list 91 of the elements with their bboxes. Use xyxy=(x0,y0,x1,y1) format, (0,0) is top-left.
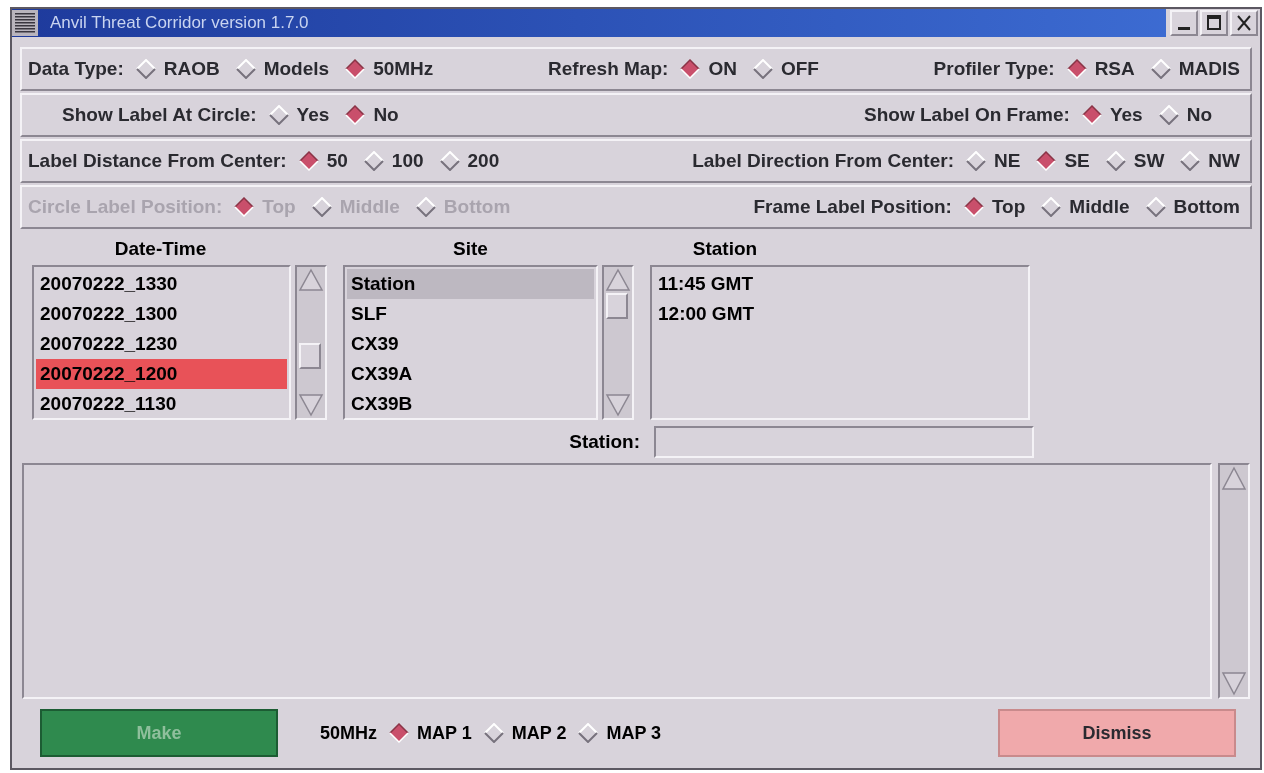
radio-label[interactable]: 50 xyxy=(326,146,348,176)
scroll-thumb[interactable] xyxy=(606,293,628,319)
scroll-up-icon[interactable] xyxy=(1220,465,1248,493)
radio-label[interactable]: No xyxy=(1186,100,1212,130)
list-item[interactable]: 20070222_1230 xyxy=(36,329,287,359)
group-label: 50MHz xyxy=(320,721,377,745)
list-item[interactable]: SLF xyxy=(347,299,594,329)
radio-label[interactable]: MADIS xyxy=(1178,54,1240,84)
list-item[interactable]: 20070222_1300 xyxy=(36,299,287,329)
scroll-down-icon[interactable] xyxy=(297,392,325,418)
scroll-down-icon[interactable] xyxy=(604,392,632,418)
group-label: Frame Label Position: xyxy=(753,194,952,219)
column-heading: Date-Time xyxy=(113,237,208,261)
window-title: Anvil Threat Corridor version 1.7.0 xyxy=(50,12,309,35)
radio-label[interactable]: Top xyxy=(991,192,1026,222)
radio-icon[interactable] xyxy=(752,59,773,79)
radio-label[interactable]: OFF xyxy=(780,54,819,84)
radio-label[interactable]: MAP 1 xyxy=(417,719,472,747)
radio-label[interactable]: Bottom xyxy=(1173,192,1240,222)
radio-icon[interactable] xyxy=(1180,151,1201,171)
radio-label[interactable]: RSA xyxy=(1094,54,1135,84)
radio-label[interactable]: SW xyxy=(1133,146,1165,176)
list-item[interactable]: Station xyxy=(347,269,594,299)
scrollbar[interactable] xyxy=(295,265,327,420)
radio-label[interactable]: MAP 3 xyxy=(606,719,662,747)
radio-icon[interactable] xyxy=(1145,197,1166,217)
scrollbar[interactable] xyxy=(602,265,634,420)
list-item[interactable]: 12:00 GMT xyxy=(654,299,1026,329)
radio-label[interactable]: Middle xyxy=(1069,192,1130,222)
radio-label[interactable]: RAOB xyxy=(163,54,220,84)
list-item[interactable]: 11:45 GMT xyxy=(654,269,1026,299)
radio-icon[interactable] xyxy=(268,105,289,125)
radio-label[interactable]: 50MHz xyxy=(373,54,434,84)
radio-label[interactable]: SE xyxy=(1064,146,1090,176)
radio-label[interactable]: Yes xyxy=(1109,100,1143,130)
column-heading: Station xyxy=(691,237,759,261)
minimize-icon[interactable] xyxy=(1170,10,1198,36)
scroll-thumb[interactable] xyxy=(299,343,321,369)
list-item[interactable]: CX39A xyxy=(347,359,594,389)
dismiss-button[interactable]: Dismiss xyxy=(998,709,1236,757)
scroll-down-icon[interactable] xyxy=(1220,669,1248,697)
scrollbar[interactable] xyxy=(1218,463,1250,699)
radio-icon[interactable] xyxy=(578,723,599,743)
radio-selected-icon[interactable] xyxy=(1066,59,1087,79)
radio-label[interactable]: MAP 2 xyxy=(511,719,567,747)
radio-label[interactable]: Models xyxy=(263,54,330,84)
radio-selected-icon[interactable] xyxy=(345,59,366,79)
radio-icon[interactable] xyxy=(1150,59,1171,79)
group-label: Data Type: xyxy=(28,56,124,81)
radio-selected-icon[interactable] xyxy=(680,59,701,79)
radio-selected-icon[interactable] xyxy=(963,197,984,217)
scroll-up-icon[interactable] xyxy=(297,267,325,293)
field-label: Station: xyxy=(569,429,640,454)
radio-label[interactable]: Yes xyxy=(296,100,330,130)
radio-selected-icon[interactable] xyxy=(1036,151,1057,171)
radio-selected-icon[interactable] xyxy=(389,723,409,743)
list-item[interactable]: 20070222_1330 xyxy=(36,269,287,299)
column-heading: Site xyxy=(452,237,489,261)
scroll-up-icon[interactable] xyxy=(604,267,632,293)
radio-icon[interactable] xyxy=(965,151,986,171)
radio-icon[interactable] xyxy=(1041,197,1062,217)
group-label: Label Direction From Center: xyxy=(692,148,954,173)
group-label: Show Label At Circle: xyxy=(62,102,257,127)
radio-icon[interactable] xyxy=(135,59,156,79)
list-item[interactable]: CX39B xyxy=(347,389,594,419)
radio-icon[interactable] xyxy=(483,723,504,743)
list-item[interactable]: CX39 xyxy=(347,329,594,359)
group-label: Profiler Type: xyxy=(933,56,1055,81)
radio-icon[interactable] xyxy=(439,151,460,171)
station-field[interactable] xyxy=(654,426,1034,458)
radio-label[interactable]: NW xyxy=(1208,146,1240,176)
radio-selected-icon[interactable] xyxy=(1081,105,1102,125)
radio-icon[interactable] xyxy=(1105,151,1126,171)
maximize-icon[interactable] xyxy=(1200,10,1228,36)
radio-selected-icon[interactable] xyxy=(345,105,366,125)
radio-label[interactable]: 100 xyxy=(391,146,424,176)
close-icon[interactable] xyxy=(1230,10,1258,36)
radio-label[interactable]: NE xyxy=(993,146,1021,176)
radio-icon[interactable] xyxy=(1158,105,1179,125)
radio-icon[interactable] xyxy=(235,59,256,79)
radio-icon[interactable] xyxy=(363,151,384,171)
group-label: Show Label On Frame: xyxy=(864,102,1070,127)
radio-label[interactable]: No xyxy=(373,100,399,130)
list-item[interactable]: 20070222_1130 xyxy=(36,389,287,419)
radio-label[interactable]: 200 xyxy=(467,146,500,176)
list-item[interactable]: 20070222_1200 xyxy=(36,359,287,389)
radio-selected-icon[interactable] xyxy=(298,151,319,171)
group-label: Label Distance From Center: xyxy=(28,148,287,173)
group-label: Refresh Map: xyxy=(548,56,669,81)
radio-label[interactable]: ON xyxy=(708,54,737,84)
window-menu-icon[interactable] xyxy=(12,10,38,36)
